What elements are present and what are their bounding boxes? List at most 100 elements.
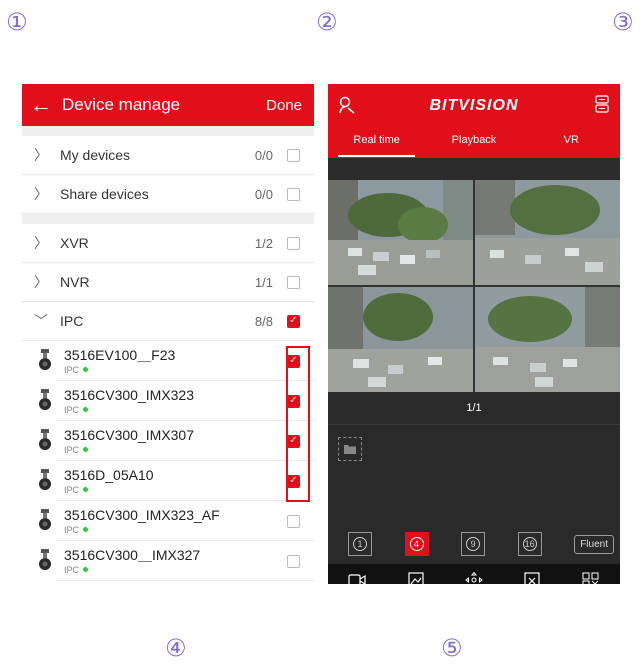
device-row[interactable]: 3516EV100＿F23 IPC ✓: [22, 341, 314, 381]
device-type: IPC: [64, 484, 287, 496]
device-manage-header: ← Device manage Done: [22, 84, 314, 126]
online-status-icon: [83, 527, 89, 532]
tab-playback[interactable]: Playback: [425, 128, 522, 158]
done-button[interactable]: Done: [266, 97, 302, 114]
split-9-button[interactable]: 9: [461, 532, 486, 556]
group-checkbox-nvr[interactable]: [287, 275, 300, 289]
camera-icon: [34, 429, 56, 453]
video-channel-1[interactable]: [328, 180, 473, 285]
split-count-label: 1: [353, 537, 367, 551]
group-row-my-devices[interactable]: 〉 My devices 0/0: [22, 136, 314, 175]
device-info: 3516CV300_IMX323 IPC: [56, 387, 287, 416]
split-mode-row: 1 4 9 16 Fluent: [328, 524, 620, 564]
group-checkbox-xvr[interactable]: [287, 236, 300, 250]
device-row[interactable]: 3516CV300_IMX307 IPC ✓: [22, 421, 314, 461]
video-grid: [328, 180, 620, 392]
device-menu-icon[interactable]: [594, 94, 610, 118]
back-arrow-icon[interactable]: ←: [30, 94, 62, 116]
online-status-icon: [83, 407, 89, 412]
device-info: 3516CV300_IMX323_AF IPC: [56, 507, 287, 536]
device-type-label: IPC: [64, 484, 80, 495]
device-type: IPC: [64, 444, 287, 456]
device-name: 3516CV300_IMX323: [64, 386, 194, 403]
toolbar-video-button[interactable]: Video: [329, 572, 385, 584]
split-count-label: 9: [466, 537, 481, 551]
camera-icon: [34, 549, 56, 573]
camera-icon: [34, 389, 56, 413]
group-checkbox-ipc[interactable]: ✓: [287, 314, 300, 328]
group-checkbox-share-devices[interactable]: [287, 187, 300, 201]
group-label: My devices: [60, 147, 131, 163]
device-type-label: IPC: [64, 364, 80, 375]
toolbar-all-closed-button[interactable]: All closed: [563, 572, 619, 584]
toolbar-ptz-button[interactable]: PTZ: [446, 571, 502, 584]
device-checkbox[interactable]: [287, 554, 300, 568]
group-checkbox-my-devices[interactable]: [287, 148, 300, 162]
device-row[interactable]: 3516CV300_IMX323_AF IPC: [22, 501, 314, 541]
app-header: BITVISION: [328, 84, 620, 128]
device-type-label: IPC: [64, 444, 80, 455]
section-gap: [22, 214, 314, 224]
split-4-button[interactable]: 4: [404, 532, 429, 556]
device-type: IPC: [64, 364, 287, 376]
spacer: [328, 480, 620, 524]
brand-logo: BITVISION: [429, 97, 519, 114]
toolbar-screenshot-button[interactable]: Screenshot: [388, 571, 444, 584]
device-name: 3516CV300_IMX307: [64, 426, 194, 443]
step-number-1: ①: [6, 8, 28, 36]
device-name: 3516D_05A10: [64, 466, 154, 483]
video-channel-4[interactable]: [475, 287, 620, 392]
device-name: 3516CV300_IMX323_AF: [64, 506, 220, 523]
all-closed-icon: [582, 572, 600, 584]
toolbar-close-button[interactable]: Close: [504, 571, 560, 584]
group-label: NVR: [60, 274, 90, 290]
step-number-4: ④: [165, 634, 187, 662]
online-status-icon: [83, 487, 89, 492]
group-row-nvr[interactable]: 〉 NVR 1/1: [22, 263, 314, 302]
device-info: 3516CV300_IMX307 IPC: [56, 427, 287, 456]
close-icon: [523, 571, 541, 584]
device-row[interactable]: 3516D_05A10 IPC ✓: [22, 461, 314, 501]
split-count-label: 16: [522, 537, 537, 551]
group-label: XVR: [60, 235, 89, 251]
device-manage-screen: ← Device manage Done 〉 My devices 0/0 〉 Shar…: [22, 84, 314, 584]
device-row[interactable]: 3516CV300＿IMX327 IPC: [22, 541, 314, 581]
group-count: 0/0: [254, 147, 273, 163]
device-info: 3516CV300＿IMX327 IPC: [56, 547, 287, 576]
device-type: IPC: [64, 404, 287, 416]
tab-real-time[interactable]: Real time: [328, 128, 425, 158]
group-row-xvr[interactable]: 〉 XVR 1/2: [22, 224, 314, 263]
section-gap: [22, 126, 314, 136]
user-icon[interactable]: [338, 96, 358, 116]
stream-quality-button[interactable]: Fluent: [574, 534, 614, 554]
screenshot-icon: [407, 571, 425, 584]
channel-strip: [328, 158, 620, 180]
device-row[interactable]: 3516CV300_IMX323 IPC ✓: [22, 381, 314, 421]
online-status-icon: [83, 367, 89, 372]
chevron-right-icon: 〉: [34, 274, 48, 290]
chevron-right-icon: 〉: [34, 147, 48, 163]
device-checkbox[interactable]: [287, 514, 300, 528]
split-count-label: 4: [409, 537, 424, 551]
device-name: 3516CV300＿IMX327: [64, 546, 201, 563]
video-channel-3[interactable]: [328, 287, 473, 392]
online-status-icon: [83, 567, 89, 572]
ptz-icon: [465, 571, 483, 584]
folder-icon[interactable]: [338, 437, 362, 461]
split-16-button[interactable]: 16: [517, 532, 542, 556]
chevron-right-icon: 〉: [34, 186, 48, 202]
online-status-icon: [83, 447, 89, 452]
group-row-share-devices[interactable]: 〉 Share devices 0/0: [22, 175, 314, 214]
video-channel-2[interactable]: [475, 180, 620, 285]
bottom-toolbar: VideoScreenshotPTZCloseAll closed: [328, 564, 620, 584]
live-view-screen: BITVISION Real time Playback VR 1/1 1 4 9 16 F…: [328, 84, 620, 584]
device-type-label: IPC: [64, 564, 80, 575]
camera-icon: [34, 509, 56, 533]
split-1-button[interactable]: 1: [348, 532, 372, 556]
step-number-5: ⑤: [441, 634, 463, 662]
page-indicator: 1/1: [328, 392, 620, 424]
video-record-icon: [348, 572, 366, 584]
group-row-ipc[interactable]: ﹀ IPC 8/8 ✓: [22, 302, 314, 341]
device-type-label: IPC: [64, 404, 80, 415]
tab-vr[interactable]: VR: [523, 128, 620, 158]
